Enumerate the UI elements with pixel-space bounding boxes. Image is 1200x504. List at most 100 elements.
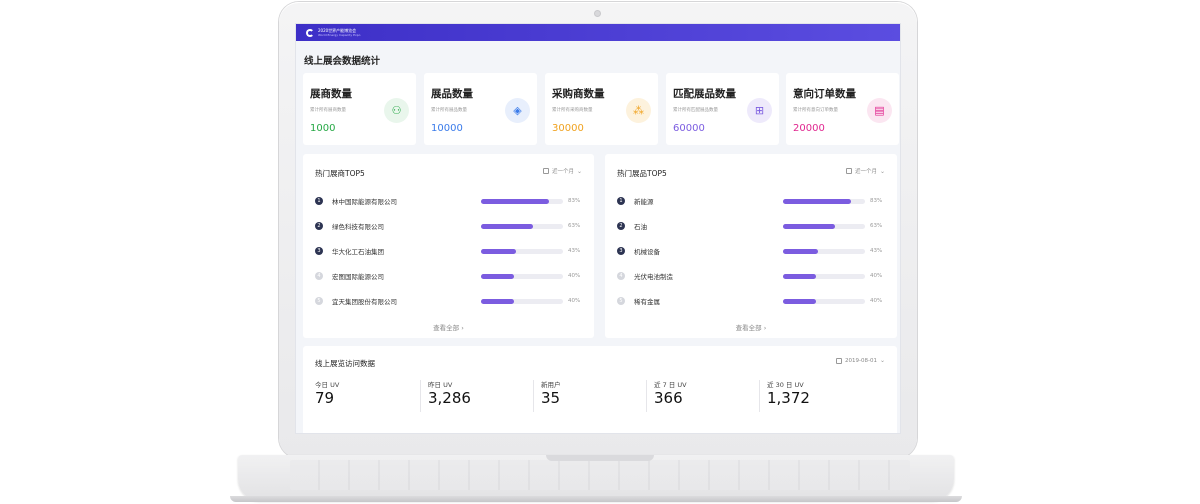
metric-label: 昨日 UV bbox=[428, 381, 453, 389]
metric: 近 7 日 UV 366 bbox=[646, 379, 756, 415]
item-name: 宏图国际能源公司 bbox=[332, 273, 384, 281]
stat-title: 采购商数量 bbox=[552, 88, 605, 100]
laptop-notch bbox=[546, 455, 654, 461]
percent-label: 40% bbox=[870, 273, 883, 279]
hot-products-panel: 热门展品TOP5 近一个月 ⌄ 1 新能源 83% 2 石油 63% 3 机械设备 43% 4 光伏… bbox=[605, 154, 897, 338]
view-all-label: 查看全部 bbox=[735, 324, 762, 332]
stat-description: 累计所有意向订单数量 bbox=[793, 108, 838, 113]
rank-badge: 3 bbox=[617, 247, 625, 255]
keyboard bbox=[290, 460, 910, 490]
percent-label: 83% bbox=[568, 198, 581, 204]
stat-description: 累计所有展品数量 bbox=[431, 108, 467, 113]
rank-badge: 3 bbox=[315, 247, 323, 255]
calendar-icon bbox=[836, 357, 842, 364]
period-label: 近一个月 bbox=[551, 169, 574, 175]
rank-badge: 5 bbox=[617, 297, 625, 305]
stat-card: 意向订单数量 累计所有意向订单数量 20000 ▤ bbox=[786, 73, 899, 145]
stat-value: 1000 bbox=[310, 123, 336, 134]
progress-track bbox=[481, 223, 563, 229]
item-name: 林中国际能源有限公司 bbox=[332, 198, 397, 206]
laptop-base-edge bbox=[230, 496, 962, 502]
progress-track bbox=[481, 298, 563, 304]
divider bbox=[759, 380, 760, 412]
progress-fill bbox=[481, 248, 517, 254]
progress-fill bbox=[783, 223, 835, 229]
stat-description: 累计所有展商数量 bbox=[310, 108, 346, 113]
hot-exhibitors-panel: 热门展商TOP5 近一个月 ⌄ 1 林中国际能源有限公司 83% 2 绿色科技有限公司 6… bbox=[303, 154, 594, 338]
match-icon: ⊞ bbox=[747, 98, 772, 123]
period-select[interactable]: 近一个月 ⌄ bbox=[542, 167, 582, 175]
percent-label: 40% bbox=[870, 298, 883, 304]
list-item[interactable]: 1 新能源 83% bbox=[617, 195, 883, 207]
stat-description: 累计所有采购商数量 bbox=[552, 108, 593, 113]
progress-fill bbox=[481, 223, 533, 229]
item-name: 绿色科技有限公司 bbox=[332, 223, 384, 231]
progress-track bbox=[783, 198, 865, 204]
period-label: 近一个月 bbox=[854, 169, 877, 175]
progress-track bbox=[783, 273, 865, 279]
camera-icon bbox=[594, 10, 601, 17]
list-item[interactable]: 5 宜天集团股份有限公司 40% bbox=[315, 295, 581, 307]
list-item[interactable]: 2 石油 63% bbox=[617, 220, 883, 232]
progress-fill bbox=[481, 273, 514, 279]
rank-badge: 1 bbox=[315, 197, 323, 205]
progress-track bbox=[481, 248, 563, 254]
metric-label: 近 7 日 UV bbox=[654, 381, 687, 389]
group-icon: ⁂ bbox=[626, 98, 651, 123]
percent-label: 63% bbox=[568, 223, 581, 229]
metric-value: 3,286 bbox=[428, 389, 471, 407]
metric-value: 79 bbox=[315, 389, 335, 407]
visits-panel: 线上展览访问数据 2019-08-01 ⌄ 今日 UV 79 昨日 UV 3,286 新… bbox=[303, 346, 897, 433]
percent-label: 83% bbox=[870, 198, 883, 204]
list-item[interactable]: 1 林中国际能源有限公司 83% bbox=[315, 195, 581, 207]
date-picker[interactable]: 2019-08-01 ⌄ bbox=[836, 357, 885, 364]
calendar-icon bbox=[845, 168, 852, 174]
view-all-link[interactable]: 查看全部 › bbox=[605, 322, 897, 332]
period-select[interactable]: 近一个月 ⌄ bbox=[845, 167, 885, 175]
stat-value: 60000 bbox=[673, 123, 705, 134]
chevron-right-icon: › bbox=[763, 324, 767, 332]
stat-title: 展品数量 bbox=[431, 88, 473, 100]
stat-card: 展品数量 累计所有展品数量 10000 ◈ bbox=[424, 73, 537, 145]
progress-track bbox=[783, 248, 865, 254]
stat-description: 累计所有匹配展品数量 bbox=[673, 108, 718, 113]
percent-label: 63% bbox=[870, 223, 883, 229]
stat-title: 匹配展品数量 bbox=[673, 88, 736, 100]
progress-track bbox=[481, 273, 563, 279]
metric-label: 近 30 日 UV bbox=[767, 381, 804, 389]
progress-fill bbox=[783, 298, 816, 304]
view-all-link[interactable]: 查看全部 › bbox=[303, 322, 594, 332]
metric-label: 新用户 bbox=[541, 381, 561, 389]
panel-title: 热门展商TOP5 bbox=[315, 169, 365, 178]
metric-value: 366 bbox=[654, 389, 683, 407]
list-item[interactable]: 5 稀有金属 40% bbox=[617, 295, 883, 307]
item-name: 稀有金属 bbox=[634, 298, 660, 306]
progress-track bbox=[783, 298, 865, 304]
item-name: 华大化工石油集团 bbox=[332, 248, 384, 256]
list-item[interactable]: 3 机械设备 43% bbox=[617, 245, 883, 257]
list-item[interactable]: 4 光伏电池制造 40% bbox=[617, 270, 883, 282]
stat-title: 意向订单数量 bbox=[793, 88, 856, 100]
top-bar: 2020世界产能博览会 World Energy Capacity Expo bbox=[296, 24, 900, 41]
item-name: 石油 bbox=[634, 223, 647, 231]
item-name: 新能源 bbox=[634, 198, 654, 206]
metric: 新用户 35 bbox=[533, 379, 643, 415]
logo-icon[interactable] bbox=[306, 28, 314, 37]
rank-badge: 2 bbox=[315, 222, 323, 230]
metric-value: 35 bbox=[541, 389, 561, 407]
list-item[interactable]: 2 绿色科技有限公司 63% bbox=[315, 220, 581, 232]
progress-fill bbox=[481, 198, 550, 204]
percent-label: 40% bbox=[568, 273, 581, 279]
divider bbox=[420, 380, 421, 412]
progress-fill bbox=[783, 273, 816, 279]
panel-title: 热门展品TOP5 bbox=[617, 169, 667, 178]
calendar-icon bbox=[542, 168, 549, 174]
list-item[interactable]: 4 宏图国际能源公司 40% bbox=[315, 270, 581, 282]
item-name: 机械设备 bbox=[634, 248, 660, 256]
rank-badge: 4 bbox=[617, 272, 625, 280]
visits-title: 线上展览访问数据 bbox=[315, 359, 375, 368]
item-name: 光伏电池制造 bbox=[634, 273, 673, 281]
layers-icon: ◈ bbox=[505, 98, 530, 123]
list-item[interactable]: 3 华大化工石油集团 43% bbox=[315, 245, 581, 257]
page-title: 线上展会数据统计 bbox=[304, 56, 381, 67]
